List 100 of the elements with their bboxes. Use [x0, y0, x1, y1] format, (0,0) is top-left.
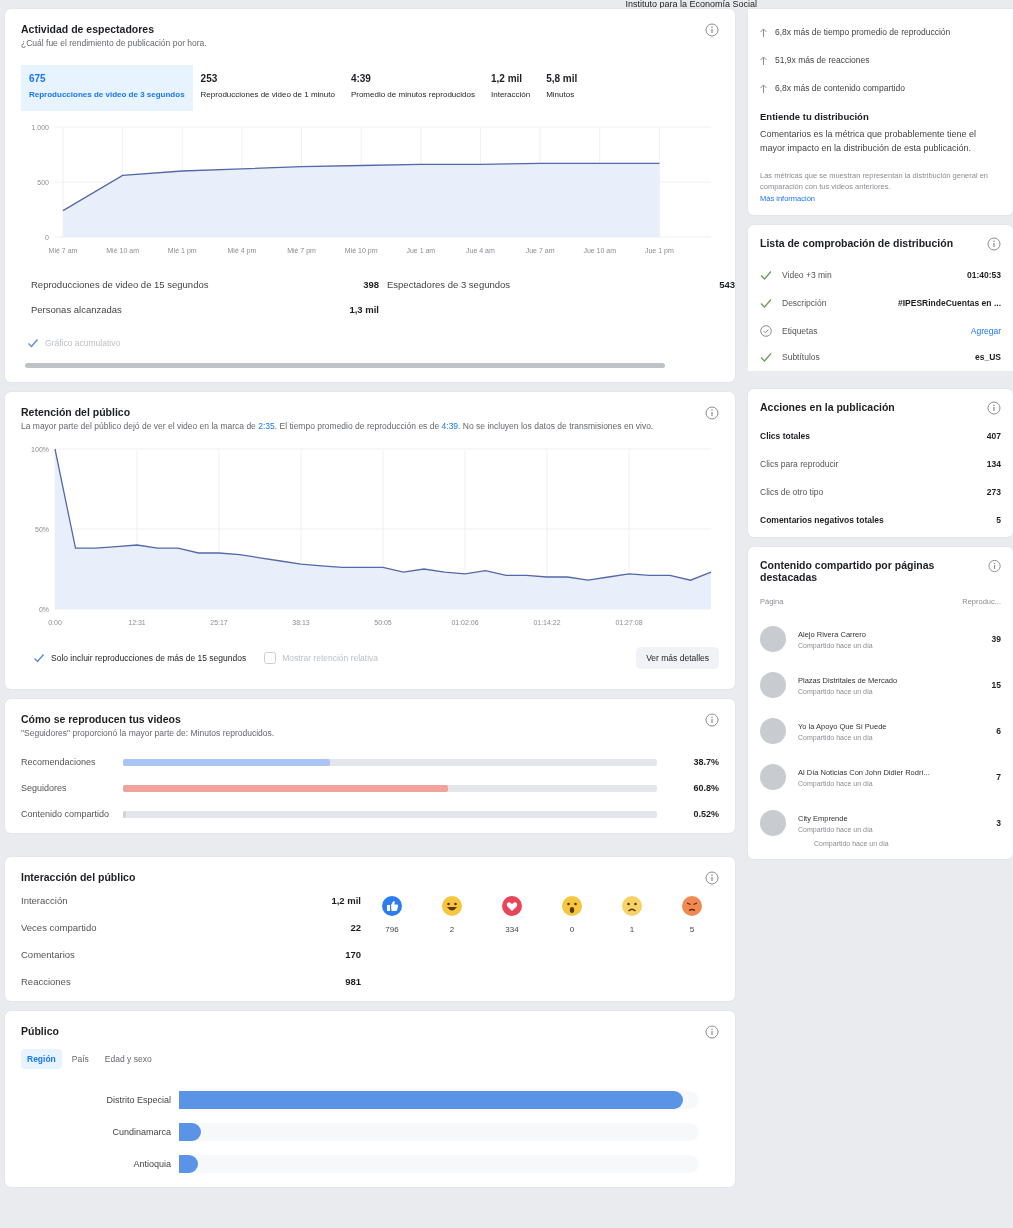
trend-text: 6,8x más de contenido compartido	[775, 83, 905, 93]
info-icon[interactable]	[705, 871, 719, 886]
add-link[interactable]: Agregar	[898, 326, 1001, 336]
avatar-photo	[760, 718, 786, 744]
stat-label: Interacción	[21, 895, 69, 907]
percent-value: 60.8%	[692, 783, 719, 794]
source-label: Contenido compartido	[21, 809, 111, 820]
reaction-count: 334	[505, 925, 519, 935]
stat-label: Espectadores de 3 segundos	[387, 279, 512, 291]
checklist-label: Etiquetas	[782, 326, 819, 336]
card-title: Actividad de espectadores	[21, 23, 156, 35]
stat-label: Reproducciones de video de 15 segundos	[31, 279, 210, 291]
stat-label: Reacciones	[21, 976, 72, 988]
views-value: 6	[996, 726, 1001, 736]
action-value: 273	[986, 487, 1001, 497]
percent-value: 0.52%	[692, 809, 719, 820]
section-text: Comentarios es la métrica que probablemente tiene el mayor impacto en la distribución de esta publicación.	[760, 128, 978, 155]
percent-value: 38.7%	[692, 757, 719, 768]
audience-tab[interactable]: Edad y sexo	[98, 1049, 158, 1070]
views-value: 39	[991, 634, 1001, 644]
laughing-face-icon	[442, 896, 462, 917]
reaction-count: 796	[385, 925, 399, 935]
metric-tab[interactable]: 4:39 Promedio de minutos reproducidos	[342, 65, 483, 112]
views-value: 15	[991, 680, 1001, 690]
checklist-value: #IPESRindeCuentas en ...	[898, 298, 1001, 308]
info-icon[interactable]	[987, 559, 1001, 573]
audience-tab[interactable]: País	[65, 1049, 95, 1070]
stat-value: 1,3 mil	[348, 304, 379, 316]
trend-text: 6,8x más de tiempo promedio de reproducción	[775, 27, 951, 37]
reaction-count: 0	[569, 925, 575, 935]
metric-tab[interactable]: 253 Reproducciones de video de 1 minuto	[192, 65, 343, 112]
checklist-label: Video +3 min	[782, 270, 833, 280]
region-label: Antioquia	[132, 1159, 171, 1170]
checkbox-label: Gráfico acumulativo	[45, 338, 121, 349]
stat-value: 398	[362, 279, 379, 291]
angry-face-icon	[682, 896, 702, 917]
metric-tab[interactable]: 675 Reproducciones de video de 3 segundos	[21, 65, 193, 112]
action-label: Clics totales	[760, 431, 812, 441]
source-label: Recomendaciones	[21, 757, 97, 768]
avatar-photo	[760, 764, 786, 790]
stat-value: 170	[344, 949, 361, 961]
info-icon[interactable]	[705, 23, 719, 37]
info-icon[interactable]	[987, 237, 1001, 251]
up-arrow-icon	[760, 55, 767, 65]
reaction-count: 2	[449, 925, 455, 935]
checklist-label: Subtítulos	[782, 352, 821, 362]
metric-tab[interactable]: 1,2 mil Interacción	[483, 65, 539, 112]
stat-value: 543	[718, 279, 735, 291]
thumbs-up-icon	[382, 896, 402, 917]
card-subtitle: ¿Cuál fue el rendimiento de publicación por hora.	[21, 38, 207, 50]
region-label: Distrito Especial	[105, 1095, 171, 1106]
card-description: La mayor parte del público dejó de ver el video en la marca de 2:35. El tiempo promedio de reproducción es de 4:39. No se incluyen los datos de transmisiones en vivo.	[21, 421, 654, 433]
info-icon[interactable]	[987, 401, 1001, 415]
stat-label: Personas alcanzadas	[31, 304, 123, 316]
views-value: 7	[996, 772, 1001, 782]
info-icon[interactable]	[705, 1025, 719, 1040]
up-arrow-icon	[760, 83, 767, 93]
views-value: 3	[996, 818, 1001, 828]
trend-text: 51,9x más de reacciones	[775, 55, 870, 65]
info-icon[interactable]	[705, 406, 719, 421]
checkmark-icon[interactable]	[33, 651, 45, 664]
card-title: Acciones en la publicación	[760, 401, 895, 413]
action-label: Clics de otro tipo	[760, 487, 825, 497]
stat-value: 1,2 mil	[330, 895, 361, 907]
region-label: Cundinamarca	[111, 1127, 171, 1138]
avatar-photo	[760, 810, 786, 836]
card-subtitle: "Seguidores" proporcionó la mayor parte de: Minutos reproducidos.	[21, 727, 275, 740]
checklist-value: 01:40:53	[965, 270, 1001, 280]
scrollbar[interactable]	[25, 363, 665, 369]
audience-tab[interactable]: Región	[21, 1049, 62, 1070]
up-arrow-icon	[760, 27, 767, 37]
action-value: 5	[995, 515, 1001, 525]
stat-value: 981	[344, 976, 361, 988]
checklist-value: es_US	[975, 352, 1001, 362]
source-label: Seguidores	[21, 783, 68, 794]
action-value: 134	[986, 459, 1001, 469]
sad-face-icon	[622, 896, 642, 917]
card-title: Cómo se reproducen tus videos	[21, 712, 182, 725]
metric-tab[interactable]: 5,8 mil Minutos	[538, 65, 586, 112]
section-heading: Entiende tu distribución	[760, 111, 870, 122]
action-label: Comentarios negativos totales	[760, 515, 885, 525]
action-value: 407	[986, 431, 1001, 441]
option-label: Mostrar retención relativa	[282, 652, 379, 663]
avatar-photo	[760, 672, 786, 698]
card-title: Lista de comprobación de distribución	[760, 237, 954, 249]
details-button[interactable]: Ver más detalles	[636, 646, 719, 669]
card-title: Contenido compartido por páginas destacadas	[760, 559, 936, 583]
card-title: Interacción del público	[21, 871, 136, 884]
card-title: Retención del público	[21, 406, 132, 419]
surprised-face-icon	[562, 896, 582, 917]
avatar-photo	[760, 626, 786, 652]
reaction-count: 1	[629, 925, 635, 935]
info-icon[interactable]	[705, 712, 719, 727]
reaction-count: 5	[689, 925, 695, 935]
card-title: Público	[21, 1025, 59, 1038]
action-label: Clics para reproducir	[760, 459, 840, 469]
page-caption: Instituto para la Economía Social	[624, 0, 757, 9]
stat-label: Comentarios	[21, 949, 76, 961]
stat-label: Veces compartido	[21, 922, 98, 934]
option-label: Solo incluir reproducciones de más de 15 segundos	[51, 652, 247, 663]
